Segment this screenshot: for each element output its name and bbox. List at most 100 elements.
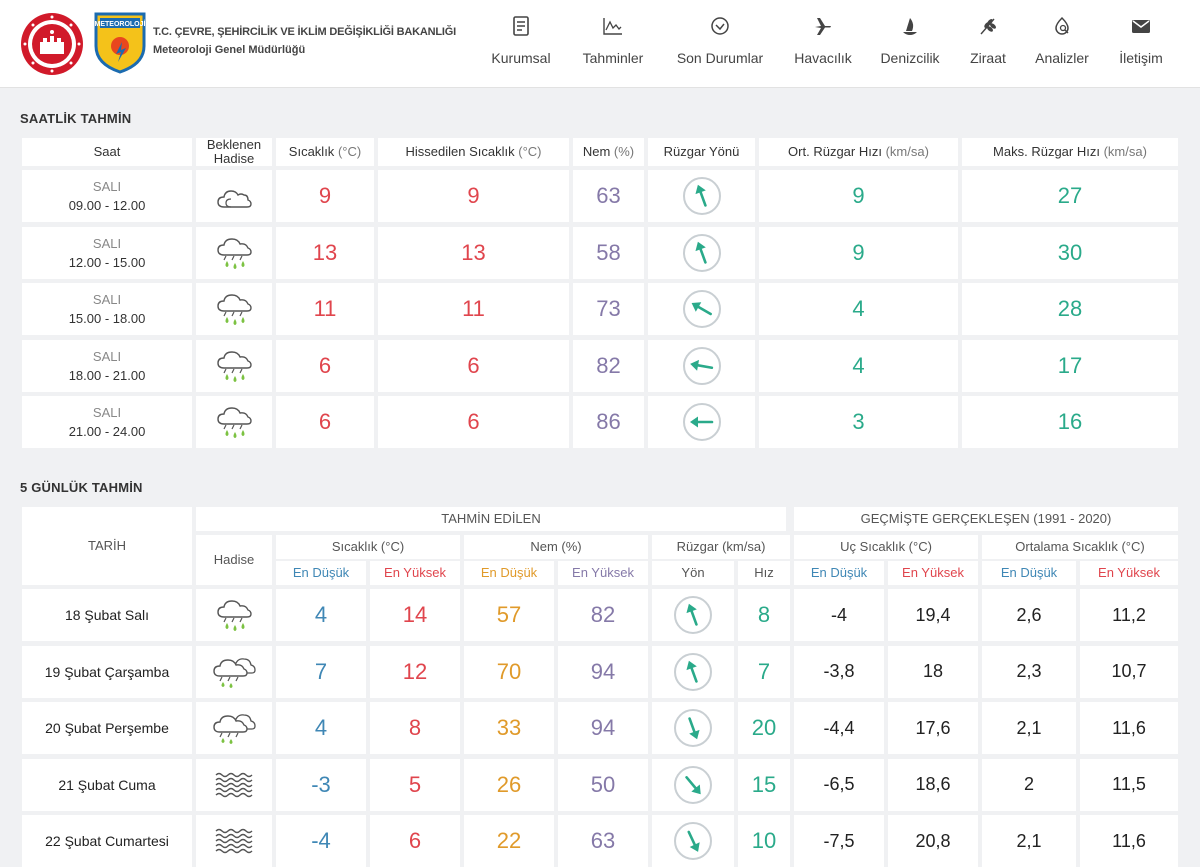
temp-min-value: 4 <box>314 715 328 740</box>
fog-icon <box>215 772 253 797</box>
temperature-value: 6 <box>318 352 332 378</box>
wind-speed-cell: 15 <box>738 758 790 811</box>
humidity-max-cell: 63 <box>558 815 648 867</box>
extreme-max-value: 17,6 <box>915 717 951 738</box>
temperature-cell: 9 <box>276 170 374 222</box>
nav-tahminler[interactable]: Tahminler <box>577 16 649 72</box>
header-unit: (°C) <box>337 144 362 159</box>
wind-max-value: 28 <box>1057 296 1083 321</box>
wind-direction-icon <box>682 346 721 385</box>
chart-icon <box>603 18 622 35</box>
extreme-min-cell: -7,5 <box>794 815 884 867</box>
nav-son-durumlar[interactable]: Son Durumlar <box>671 16 769 72</box>
humidity-max-cell: 50 <box>558 758 648 811</box>
extreme-min-value: -7,5 <box>823 830 855 851</box>
humidity-min-cell: 70 <box>464 645 554 698</box>
header-label: Sıcaklık (°C) <box>331 539 405 554</box>
wind-avg-value: 9 <box>852 183 865 208</box>
header-label: GEÇMİŞTE GERÇEKLEŞEN (1991 - 2020) <box>860 511 1112 526</box>
date-cell: 19 Şubat Çarşamba <box>22 645 192 698</box>
date-cell: 18 Şubat Salı <box>22 589 192 641</box>
header-maks-ruzgar: Maks. Rüzgar Hızı (km/sa) <box>962 138 1178 166</box>
extreme-max-value: 18,6 <box>915 774 951 794</box>
rain-icon <box>217 407 252 438</box>
humidity-cell: 58 <box>573 226 644 279</box>
temp-max-value: 6 <box>408 828 422 853</box>
wind-avg-value: 3 <box>852 409 865 434</box>
wind-direction-cell <box>648 396 755 448</box>
event-cell <box>196 815 272 867</box>
wind-direction-cell <box>652 702 734 754</box>
date-cell: 22 Şubat Cumartesi <box>22 815 192 867</box>
nav-havacilik[interactable]: Havacılık <box>790 16 856 72</box>
extreme-min-value: -4,4 <box>823 717 855 738</box>
wind-speed-value: 10 <box>751 828 777 853</box>
average-max-cell: 11,6 <box>1080 702 1178 754</box>
header-label: TARİH <box>87 538 127 553</box>
nav-label: Son Durumlar <box>676 50 764 66</box>
nav-label: Ziraat <box>970 50 1006 66</box>
temp-min-value: 7 <box>314 658 328 684</box>
humidity-cell: 86 <box>573 396 644 448</box>
header-label: Rüzgar (km/sa) <box>676 539 766 554</box>
feels-like-value: 6 <box>467 352 480 378</box>
average-min-cell: 2,1 <box>982 815 1076 867</box>
header-sicaklik: Sıcaklık (°C) <box>276 535 460 559</box>
subheader-label: En Yüksek <box>1098 565 1160 580</box>
temp-max-value: 5 <box>408 771 422 797</box>
header-uc-sicaklik: Uç Sıcaklık (°C) <box>794 535 978 559</box>
humidity-value: 73 <box>596 296 621 321</box>
average-min-cell: 2 <box>982 758 1076 811</box>
wind-avg-value: 4 <box>852 296 865 321</box>
nav-ziraat[interactable]: Ziraat <box>962 16 1014 72</box>
subheader-ext-min: En Düşük <box>794 561 884 585</box>
wind-direction-icon <box>674 822 712 860</box>
humidity-max-value: 63 <box>590 828 616 853</box>
subheader-avg-min: En Düşük <box>982 561 1076 585</box>
nav-iletisim[interactable]: İletişim <box>1110 16 1172 72</box>
header-unit: (km/sa) <box>1103 144 1147 159</box>
meteoroloji-logo[interactable]: METEOROLOJİ <box>94 12 146 74</box>
event-cell <box>196 396 272 448</box>
time-cell: SALI 15.00 - 18.00 <box>22 283 192 335</box>
wind-avg-cell: 4 <box>759 339 958 392</box>
wind-direction-cell <box>652 589 734 641</box>
humidity-min-value: 33 <box>496 715 522 740</box>
wind-speed-value: 7 <box>757 658 771 684</box>
day-label: SALI <box>92 179 122 194</box>
average-max-value: 10,7 <box>1111 661 1147 681</box>
ministry-name: T.C. ÇEVRE, ŞEHİRCİLİK VE İKLİM DEĞİŞİKL… <box>153 26 456 38</box>
nav-kurumsal[interactable]: Kurumsal <box>486 16 556 72</box>
extreme-max-value: 19,4 <box>915 604 951 625</box>
ministry-logo[interactable] <box>20 12 84 76</box>
average-min-value: 2,6 <box>1016 604 1042 625</box>
extreme-min-cell: -4 <box>794 589 884 641</box>
wind-max-cell: 16 <box>962 396 1178 448</box>
wind-avg-cell: 3 <box>759 396 958 448</box>
event-cell <box>196 170 272 222</box>
wind-speed-cell: 20 <box>738 702 790 754</box>
header-label: Hadise <box>213 151 255 166</box>
header-label: Sıcaklık <box>288 144 335 159</box>
subheader-wind-dir: Yön <box>652 561 734 585</box>
header-tahmin-edilen: TAHMİN EDİLEN <box>196 507 786 531</box>
time-cell: SALI 21.00 - 24.00 <box>22 396 192 448</box>
wind-direction-icon <box>674 765 712 804</box>
date-cell: 21 Şubat Cuma <box>22 758 192 811</box>
event-cell <box>196 645 272 698</box>
feels-like-cell: 9 <box>378 170 569 222</box>
extreme-max-cell: 19,4 <box>888 589 978 641</box>
rain-icon <box>217 237 252 269</box>
wind-max-cell: 28 <box>962 283 1178 335</box>
average-max-cell: 11,2 <box>1080 589 1178 641</box>
nav-denizcilik[interactable]: Denizcilik <box>877 16 943 72</box>
header-ruzgar-yonu: Rüzgar Yönü <box>648 138 755 166</box>
feels-like-cell: 13 <box>378 226 569 279</box>
humidity-min-cell: 22 <box>464 815 554 867</box>
temperature-value: 9 <box>318 183 332 208</box>
wind-max-cell: 30 <box>962 226 1178 279</box>
nav-analizler[interactable]: Analizler <box>1030 16 1094 72</box>
feels-like-cell: 6 <box>378 339 569 392</box>
nav-label: Havacılık <box>794 50 852 66</box>
temp-max-cell: 5 <box>370 758 460 811</box>
